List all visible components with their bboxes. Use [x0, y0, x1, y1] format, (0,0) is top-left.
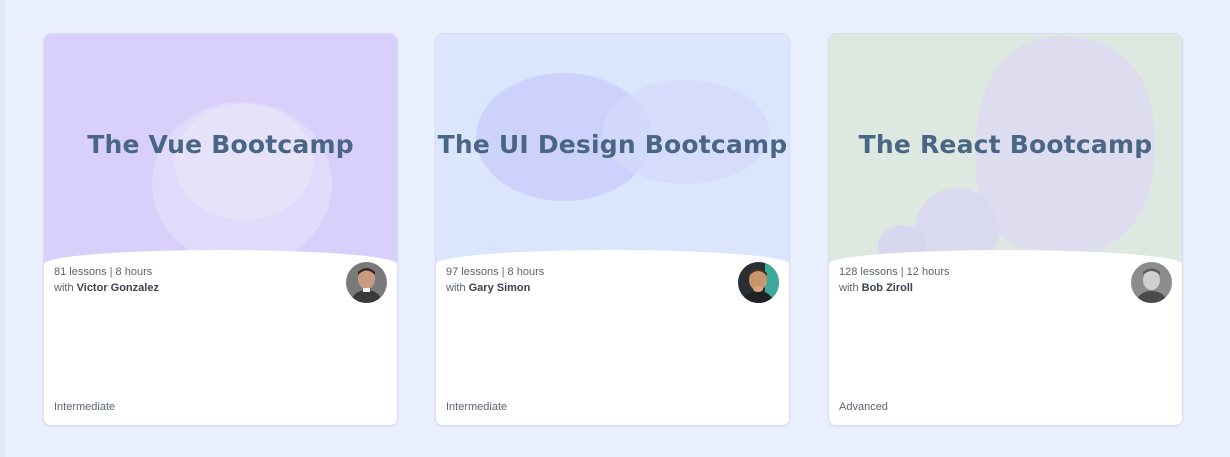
with-label: with [446, 282, 466, 294]
course-card-react[interactable]: The React Bootcamp 128 lessons | 12 hour… [828, 33, 1183, 426]
instructor-name: Gary Simon [468, 282, 531, 294]
course-banner: The Vue Bootcamp [44, 34, 397, 264]
card-body: 81 lessons | 8 hours with Victor Gonzale… [44, 250, 397, 425]
instructor-avatar [738, 262, 779, 303]
course-card-ui-design[interactable]: The UI Design Bootcamp 97 lessons | 8 ho… [435, 33, 790, 426]
avatar-photo-icon [346, 262, 387, 303]
course-level: Advanced [839, 401, 888, 413]
course-level: Intermediate [446, 401, 508, 413]
instructor-avatar [1131, 262, 1172, 303]
instructor-line: with Gary Simon [446, 280, 544, 296]
course-meta: 128 lessons | 12 hours with Bob Ziroll [839, 264, 949, 296]
course-title: The UI Design Bootcamp [437, 130, 788, 159]
with-label: with [839, 282, 859, 294]
instructor-line: with Bob Ziroll [839, 280, 949, 296]
avatar-photo-icon [738, 262, 779, 303]
course-meta: 81 lessons | 8 hours with Victor Gonzale… [54, 264, 159, 296]
course-meta: 97 lessons | 8 hours with Gary Simon [446, 264, 544, 296]
course-level: Intermediate [54, 401, 116, 413]
course-banner: The UI Design Bootcamp [436, 34, 789, 264]
card-body: 128 lessons | 12 hours with Bob Ziroll A… [829, 250, 1182, 425]
course-title: The React Bootcamp [858, 130, 1153, 159]
with-label: with [54, 282, 74, 294]
course-banner: The React Bootcamp [829, 34, 1182, 264]
page-left-edge [0, 0, 5, 457]
course-stats: 97 lessons | 8 hours [446, 266, 545, 278]
course-stats: 81 lessons | 8 hours [54, 266, 153, 278]
course-card-vue[interactable]: The Vue Bootcamp 81 lessons | 8 hours wi… [43, 33, 398, 426]
course-stats: 128 lessons | 12 hours [839, 266, 950, 278]
course-title: The Vue Bootcamp [87, 130, 354, 159]
instructor-name: Victor Gonzalez [76, 282, 159, 294]
instructor-line: with Victor Gonzalez [54, 280, 159, 296]
card-body: 97 lessons | 8 hours with Gary Simon Int… [436, 250, 789, 425]
avatar-photo-icon [1131, 262, 1172, 303]
instructor-name: Bob Ziroll [861, 282, 913, 294]
instructor-avatar [346, 262, 387, 303]
